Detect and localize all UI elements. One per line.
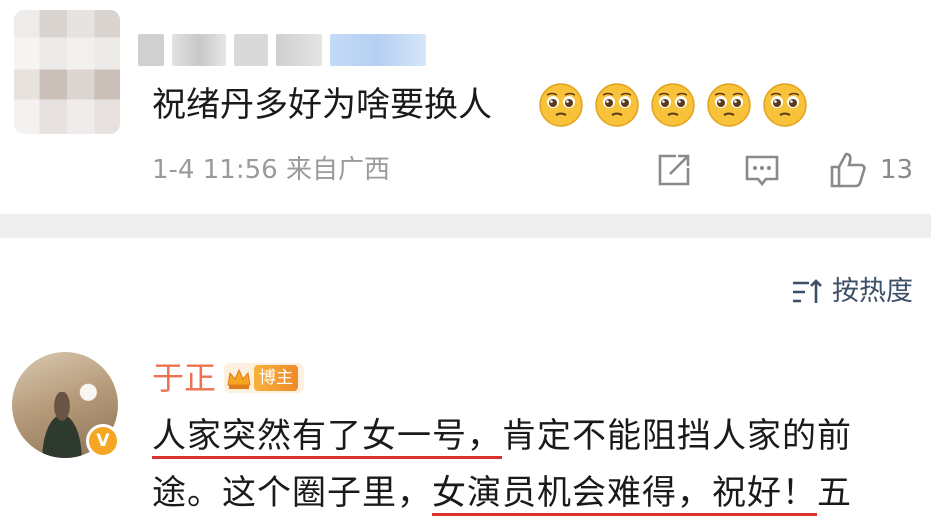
pleading-face-icon bbox=[707, 83, 751, 127]
phrase: 五 bbox=[817, 473, 852, 513]
pleading-face-icon bbox=[539, 83, 583, 127]
blogger-badge: 博主 bbox=[224, 363, 305, 393]
verified-badge: V bbox=[86, 424, 120, 458]
author-row: 于正 博主 bbox=[152, 356, 305, 400]
comment-icon bbox=[745, 155, 779, 187]
like-count: 13 bbox=[880, 155, 914, 185]
timestamp: 1-4 11:56 bbox=[152, 155, 278, 185]
pleading-face-icon bbox=[651, 83, 695, 127]
like-icon bbox=[830, 152, 866, 188]
sort-label: 按热度 bbox=[832, 276, 913, 307]
comment-line: 人家突然有了女一号，肯定不能阻挡人家的前 bbox=[152, 408, 918, 465]
pleading-face-icon bbox=[595, 83, 639, 127]
reply-button[interactable] bbox=[742, 150, 782, 190]
crown-icon bbox=[227, 368, 251, 389]
like-button[interactable] bbox=[828, 150, 868, 190]
badge-label: 博主 bbox=[254, 365, 299, 391]
section-divider bbox=[0, 214, 931, 238]
emoji-row bbox=[538, 82, 808, 128]
sort-by-hot-button[interactable]: 按热度 bbox=[790, 274, 913, 310]
comment-line: 途。这个圈子里，女演员机会难得，祝好！五 bbox=[152, 465, 918, 522]
first-comment: 祝绪丹多好为啥要换人 1-4 11:56 来自广西 13 bbox=[0, 0, 931, 214]
phrase: 途。这个圈子里， bbox=[152, 473, 432, 513]
phrase: 肯定不能阻挡人家的前 bbox=[502, 416, 852, 456]
comment-meta: 1-4 11:56 来自广西 bbox=[152, 152, 390, 188]
location: 来自广西 bbox=[285, 155, 390, 185]
share-button[interactable] bbox=[654, 150, 694, 190]
sort-bar: 按热度 bbox=[0, 238, 931, 338]
comment-text: 祝绪丹多好为啥要换人 bbox=[152, 85, 492, 125]
comment-text: 人家突然有了女一号，肯定不能阻挡人家的前 途。这个圈子里，女演员机会难得，祝好！… bbox=[152, 408, 918, 522]
avatar[interactable] bbox=[14, 10, 120, 134]
username-blurred[interactable] bbox=[138, 34, 426, 66]
blogger-comment: V 于正 博主 人家突然有了女一号，肯定不能阻挡人家的前 途。这个圈子里，女演员… bbox=[0, 338, 931, 527]
author-name[interactable]: 于正 bbox=[152, 356, 216, 400]
sort-icon bbox=[793, 279, 822, 303]
underlined-phrase: 女演员机会难得，祝好！ bbox=[432, 473, 817, 516]
underlined-phrase: 人家突然有了女一号， bbox=[152, 416, 502, 459]
share-icon bbox=[658, 154, 690, 186]
pleading-face-icon bbox=[763, 83, 807, 127]
